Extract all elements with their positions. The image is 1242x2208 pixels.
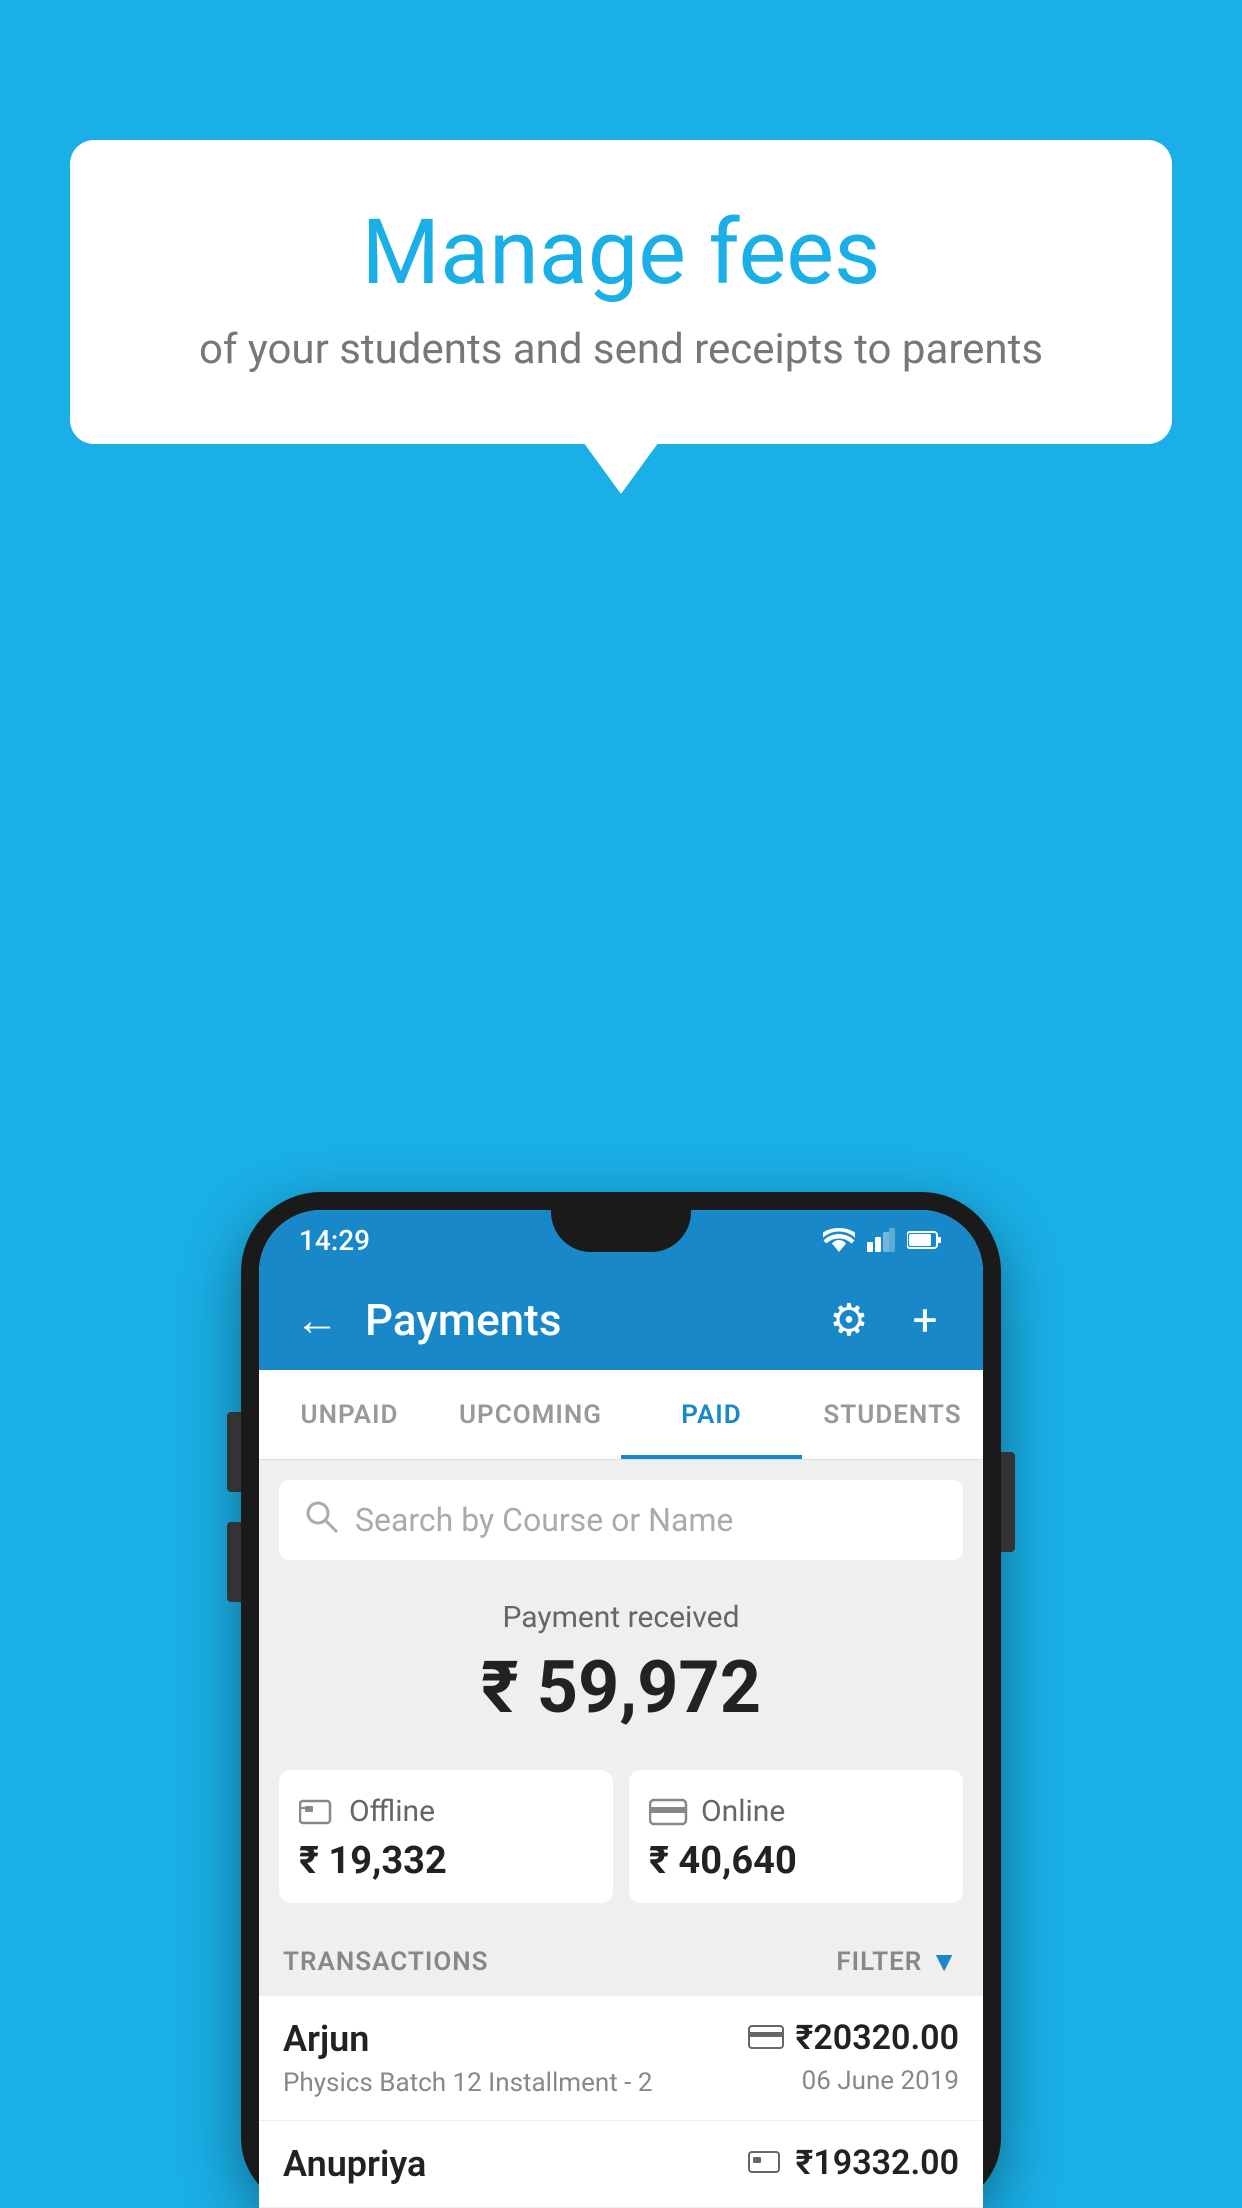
transaction-amount-2: ₹19332.00 — [796, 2143, 959, 2183]
online-label: Online — [701, 1794, 785, 1829]
transaction-row-2[interactable]: Anupriya ₹19332.00 — [259, 2121, 983, 2208]
transaction-right: ₹20320.00 06 June 2019 — [748, 2018, 959, 2096]
app-bar-left: ← Payments — [289, 1292, 561, 1348]
card-icon — [649, 1797, 689, 1827]
status-bar: 14:29 — [259, 1210, 983, 1270]
payment-received-section: Payment received ₹ 59,972 — [259, 1570, 983, 1754]
transaction-desc: Physics Batch 12 Installment - 2 — [283, 2068, 652, 2098]
transaction-amount: ₹20320.00 — [796, 2018, 959, 2058]
online-card: Online ₹ 40,640 — [629, 1770, 963, 1903]
search-placeholder: Search by Course or Name — [355, 1501, 733, 1539]
tab-students[interactable]: STUDENTS — [802, 1370, 983, 1459]
tab-upcoming[interactable]: UPCOMING — [440, 1370, 621, 1459]
phone-mockup: 14:29 — [241, 1192, 1001, 2208]
transaction-amount-row-2: ₹19332.00 — [748, 2143, 959, 2183]
offline-card-header: Offline — [299, 1794, 593, 1829]
transactions-label: TRANSACTIONS — [283, 1947, 489, 1977]
status-time: 14:29 — [299, 1224, 370, 1257]
tab-unpaid[interactable]: UNPAID — [259, 1370, 440, 1459]
filter-label: FILTER — [836, 1947, 922, 1977]
transaction-name-2: Anupriya — [283, 2143, 426, 2185]
payment-cards: Offline ₹ 19,332 Online ₹ 40,640 — [259, 1754, 983, 1927]
search-icon — [303, 1498, 339, 1543]
phone-outer: 14:29 — [241, 1192, 1001, 2208]
transaction-name: Arjun — [283, 2018, 652, 2060]
payment-card-icon — [748, 2025, 786, 2051]
transaction-left-2: Anupriya — [283, 2143, 426, 2185]
app-bar-title: Payments — [365, 1294, 561, 1346]
battery-icon — [907, 1230, 943, 1250]
online-amount: ₹ 40,640 — [649, 1839, 943, 1883]
app-bar-right: ⚙ + — [821, 1292, 953, 1348]
tab-paid[interactable]: PAID — [621, 1370, 802, 1459]
speech-bubble-container: Manage fees of your students and send re… — [70, 140, 1172, 444]
wifi-icon — [823, 1228, 855, 1252]
settings-button[interactable]: ⚙ — [821, 1292, 877, 1348]
transaction-right-2: ₹19332.00 — [748, 2143, 959, 2183]
offline-icon — [299, 1796, 337, 1828]
speech-bubble: Manage fees of your students and send re… — [70, 140, 1172, 444]
offline-card: Offline ₹ 19,332 — [279, 1770, 613, 1903]
payment-received-label: Payment received — [259, 1600, 983, 1635]
filter-button[interactable]: FILTER ▼ — [836, 1945, 959, 1978]
bubble-subtitle: of your students and send receipts to pa… — [150, 325, 1092, 374]
back-button[interactable]: ← — [289, 1292, 345, 1348]
search-bar[interactable]: Search by Course or Name — [279, 1480, 963, 1560]
app-bar: ← Payments ⚙ + — [259, 1270, 983, 1370]
online-card-header: Online — [649, 1794, 943, 1829]
add-button[interactable]: + — [897, 1292, 953, 1348]
payment-received-amount: ₹ 59,972 — [259, 1645, 983, 1730]
transaction-left: Arjun Physics Batch 12 Installment - 2 — [283, 2018, 652, 2098]
bubble-title: Manage fees — [150, 200, 1092, 305]
transaction-amount-row: ₹20320.00 — [748, 2018, 959, 2058]
notch — [551, 1210, 691, 1252]
filter-icon: ▼ — [930, 1945, 959, 1978]
offline-payment-icon — [748, 2149, 786, 2177]
transaction-date: 06 June 2019 — [802, 2066, 959, 2096]
phone-screen: 14:29 — [259, 1210, 983, 2208]
transaction-row[interactable]: Arjun Physics Batch 12 Installment - 2 ₹… — [259, 1996, 983, 2121]
offline-amount: ₹ 19,332 — [299, 1839, 593, 1883]
tabs-bar: UNPAID UPCOMING PAID STUDENTS — [259, 1370, 983, 1460]
status-icons — [823, 1228, 943, 1252]
transactions-header: TRANSACTIONS FILTER ▼ — [259, 1927, 983, 1996]
offline-label: Offline — [349, 1794, 435, 1829]
signal-icon — [867, 1228, 895, 1252]
